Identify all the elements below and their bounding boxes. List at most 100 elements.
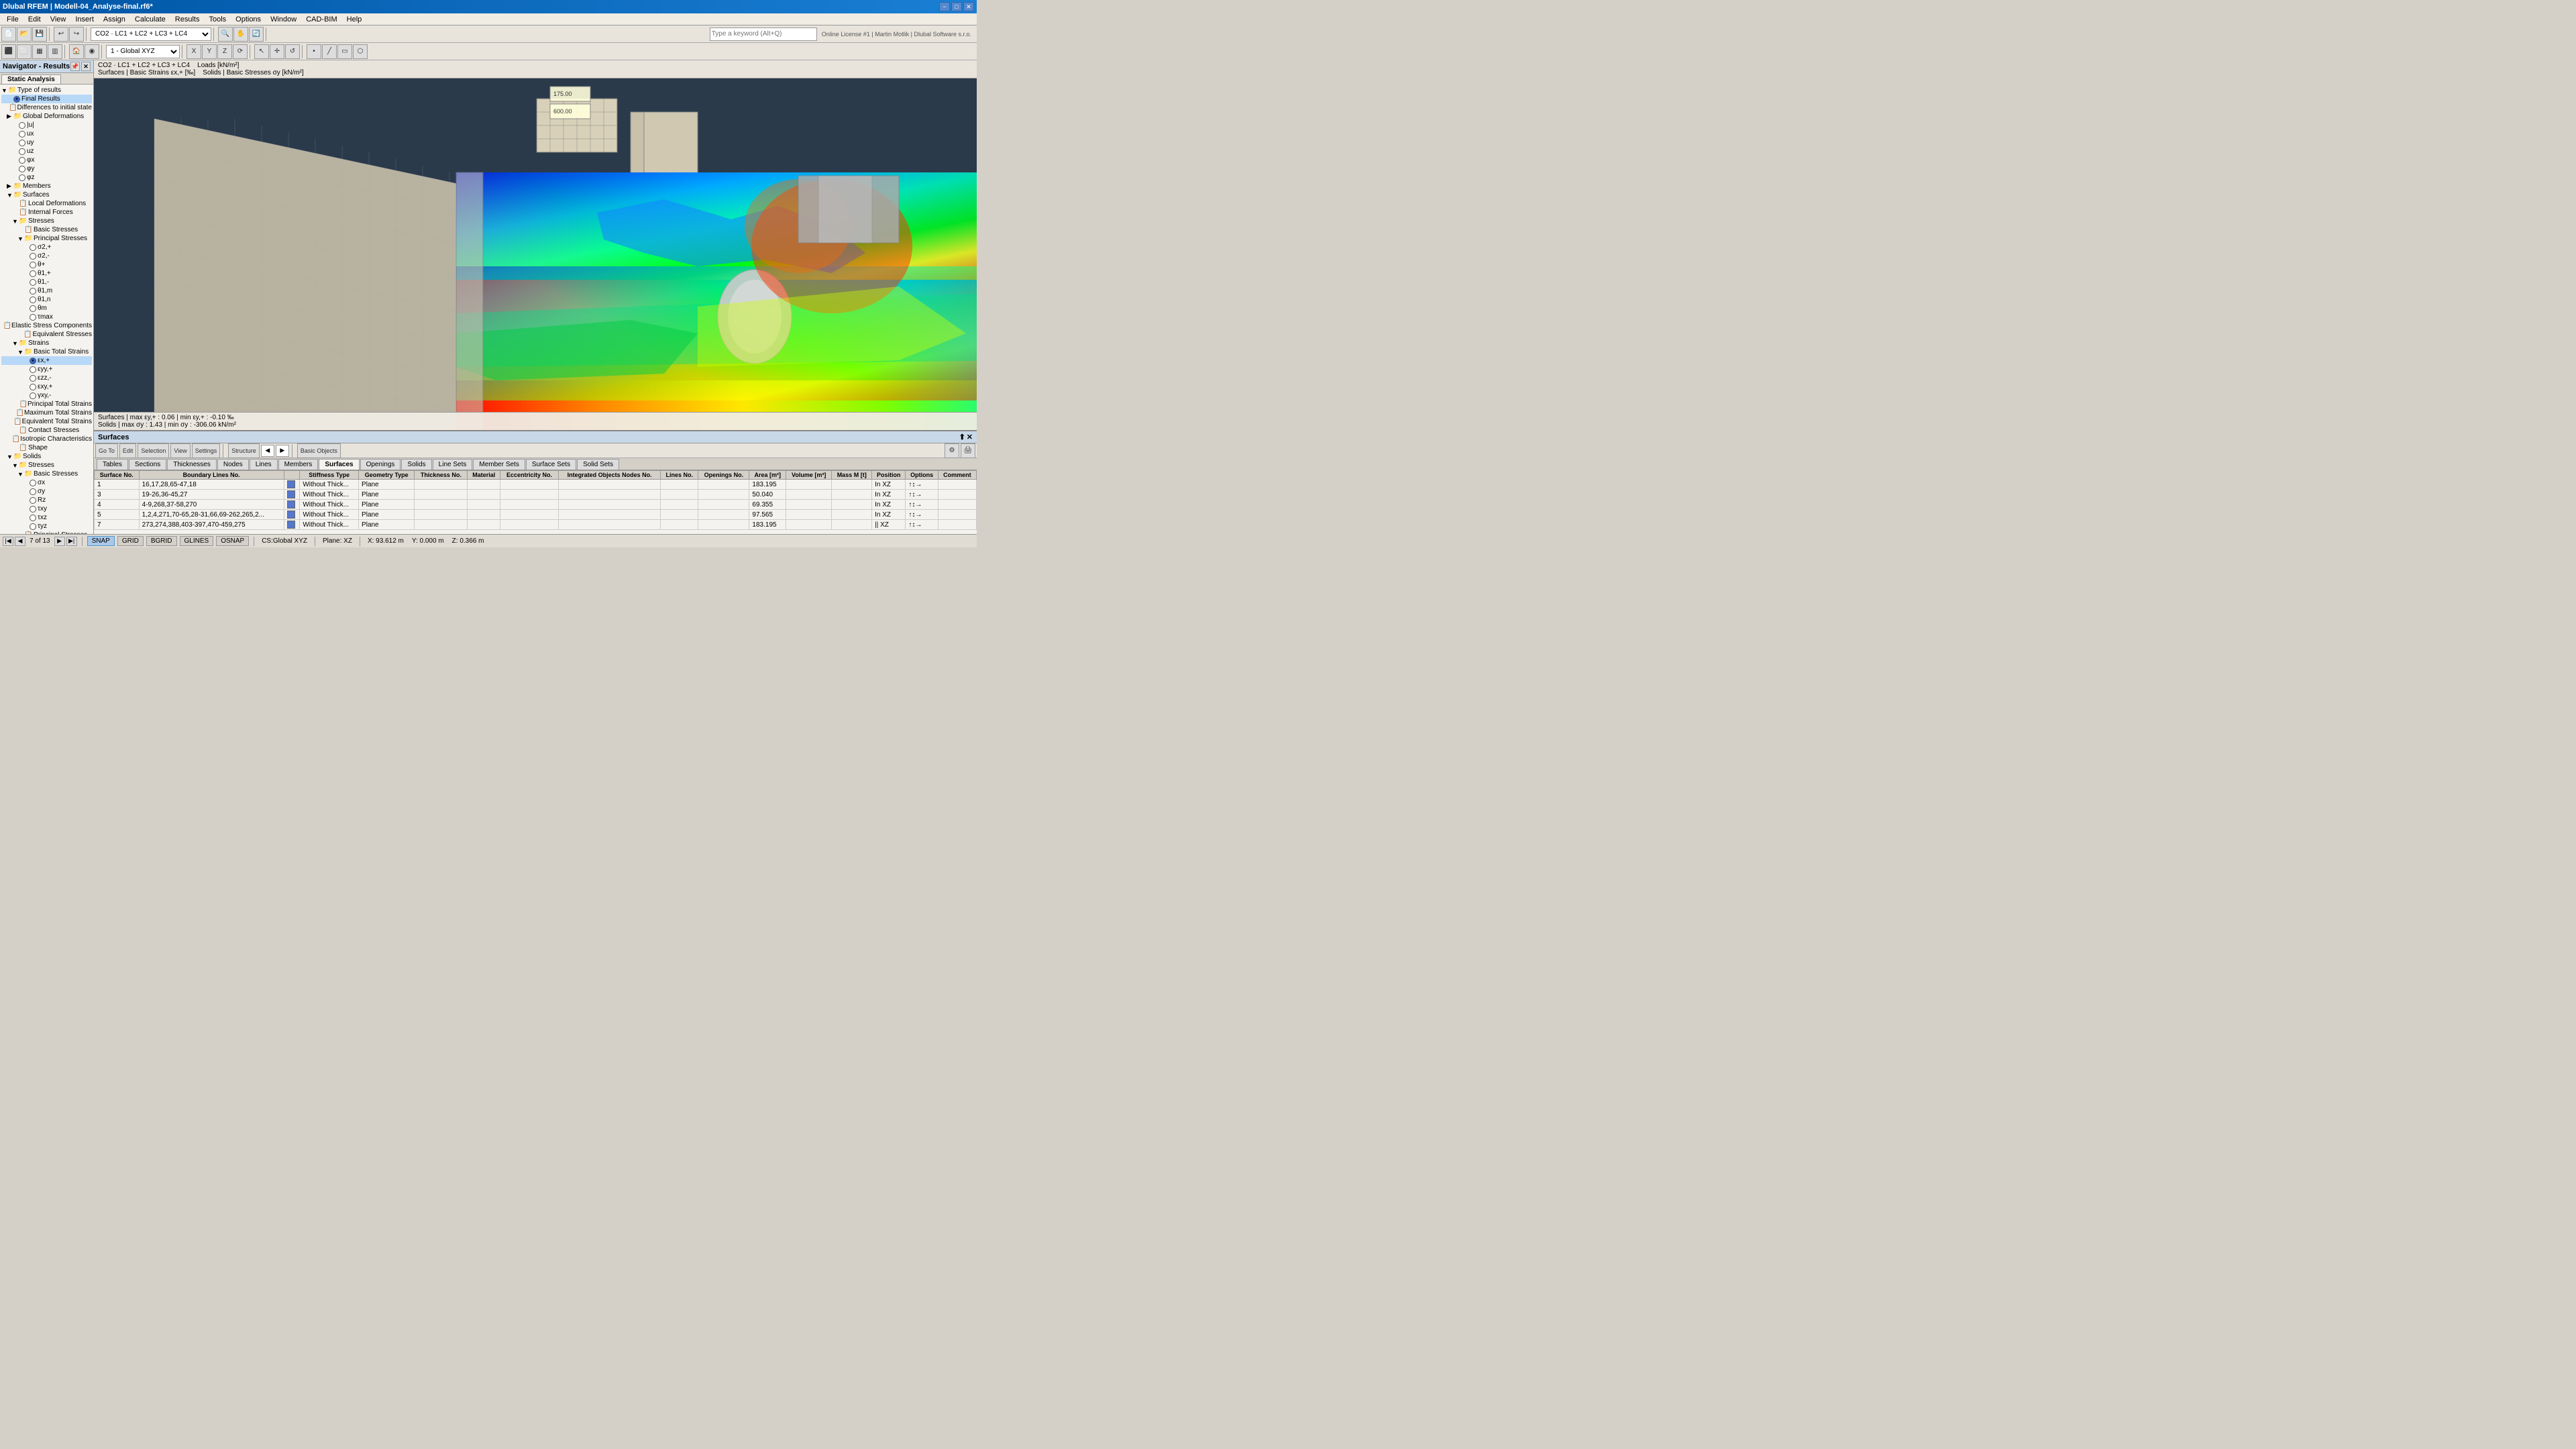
tree-item-uz[interactable]: uz <box>1 147 92 156</box>
bottom-panel-close[interactable]: ✕ <box>967 433 973 441</box>
load-combo[interactable]: CO2 · LC1 + LC2 + LC3 + LC4 <box>91 28 211 41</box>
page-last[interactable]: ▶| <box>66 537 77 546</box>
tree-toggle[interactable]: ▶ <box>7 182 13 190</box>
nav-tab-static[interactable]: Static Analysis <box>1 74 61 84</box>
tree-item-1m[interactable]: θ1,m <box>1 286 92 295</box>
tree-item-basictotalstrains[interactable]: ▼📁Basic Total Strains <box>1 347 92 356</box>
btab-lines[interactable]: Lines <box>250 459 278 470</box>
menu-insert[interactable]: Insert <box>71 15 98 24</box>
menu-edit[interactable]: Edit <box>24 15 45 24</box>
table-row[interactable]: 1 16,17,28,65-47,18 Without Thick... Pla… <box>95 480 977 490</box>
tree-toggle[interactable]: ▼ <box>7 192 13 199</box>
tree-radio[interactable] <box>19 148 25 155</box>
tree-radio[interactable] <box>30 279 36 286</box>
close-button[interactable]: ✕ <box>963 2 974 11</box>
tree-item-stresses[interactable]: ▼📁Stresses <box>1 217 92 225</box>
tree-radio[interactable] <box>30 253 36 260</box>
z-view-btn[interactable]: Z <box>217 44 232 59</box>
bottom-panel-expand[interactable]: ⬆ <box>959 433 965 441</box>
basic-objects-btn[interactable]: Basic Objects <box>297 443 341 458</box>
tree-item-x[interactable]: σx <box>1 478 92 487</box>
tree-radio[interactable] <box>30 375 36 382</box>
nav-close-btn[interactable]: ✕ <box>81 62 91 71</box>
tree-item-basicstresses[interactable]: 📋Basic Stresses <box>1 225 92 234</box>
settings-btn[interactable]: Settings <box>192 443 221 458</box>
x-view-btn[interactable]: X <box>186 44 201 59</box>
menu-file[interactable]: File <box>3 15 23 24</box>
undo-button[interactable]: ↩ <box>54 27 68 42</box>
btab-members[interactable]: Members <box>278 459 319 470</box>
menu-cad-bim[interactable]: CAD-BIM <box>302 15 341 24</box>
table-row[interactable]: 5 1,2,4,271,70-65,28-31,66,69-262,265,2.… <box>95 510 977 520</box>
tree-item-[interactable]: θ+ <box>1 260 92 269</box>
tree-item-y[interactable]: φy <box>1 164 92 173</box>
tree-radio[interactable] <box>30 288 36 294</box>
btab-tables[interactable]: Tables <box>97 459 128 470</box>
tree-toggle[interactable]: ▼ <box>12 218 19 225</box>
tree-radio[interactable] <box>30 305 36 312</box>
tree-item-basicstresses[interactable]: ▼📁Basic Stresses <box>1 470 92 478</box>
tree-toggle[interactable]: ▶ <box>7 113 13 120</box>
menu-window[interactable]: Window <box>266 15 301 24</box>
btab-solid-sets[interactable]: Solid Sets <box>577 459 619 470</box>
tree-item-internalforces[interactable]: 📋Internal Forces <box>1 208 92 217</box>
surface-btn[interactable]: ▭ <box>337 44 352 59</box>
menu-help[interactable]: Help <box>343 15 366 24</box>
canvas-area[interactable]: 0.06 0.05 0.03 0.02 0.00 -0.02 -0.04 -0.… <box>94 78 977 430</box>
tree-item-strains[interactable]: ▼📁Strains <box>1 339 92 347</box>
tree-toggle[interactable]: ▼ <box>17 349 24 356</box>
tree-radio[interactable] <box>30 297 36 303</box>
tree-radio[interactable] <box>30 488 36 495</box>
select-btn[interactable]: ↖ <box>254 44 269 59</box>
print-btn[interactable]: 🖨 <box>961 443 975 458</box>
menu-tools[interactable]: Tools <box>205 15 230 24</box>
tree-item-members[interactable]: ▶📁Members <box>1 182 92 191</box>
y-view-btn[interactable]: Y <box>202 44 217 59</box>
tree-item-typeofresults[interactable]: ▼📁Type of results <box>1 86 92 95</box>
btab-surface-sets[interactable]: Surface Sets <box>526 459 576 470</box>
tree-radio[interactable] <box>30 262 36 268</box>
snap-btn[interactable]: SNAP <box>87 536 115 546</box>
tree-toggle[interactable]: ▼ <box>1 87 8 94</box>
tree-radio[interactable] <box>30 384 36 390</box>
tree-item-elasticstresscomponents[interactable]: 📋Elastic Stress Components <box>1 321 92 330</box>
edit-btn[interactable]: Edit <box>119 443 137 458</box>
menu-assign[interactable]: Assign <box>99 15 129 24</box>
tree-item-1[interactable]: θ1,- <box>1 278 92 286</box>
btab-nodes[interactable]: Nodes <box>217 459 249 470</box>
new-button[interactable]: 📄 <box>1 27 16 42</box>
menu-calculate[interactable]: Calculate <box>131 15 170 24</box>
view-btn-4[interactable]: ▥ <box>48 44 62 59</box>
tree-item-yz[interactable]: τyz <box>1 522 92 531</box>
tree-item-yy[interactable]: εyy,+ <box>1 365 92 374</box>
filter-btn[interactable]: ⚙ <box>945 443 959 458</box>
view-btn-2[interactable]: ⬜ <box>17 44 32 59</box>
tree-item-u[interactable]: |u| <box>1 121 92 129</box>
tree-item-uy[interactable]: uy <box>1 138 92 147</box>
solid-btn[interactable]: ⬡ <box>353 44 368 59</box>
tree-item-xy[interactable]: τxy <box>1 504 92 513</box>
tree-item-rz[interactable]: Rz <box>1 496 92 504</box>
tree-item-differencestoinitialstate[interactable]: 📋Differences to initial state <box>1 103 92 112</box>
menu-options[interactable]: Options <box>231 15 265 24</box>
zoom-btn[interactable]: 🔍 <box>218 27 233 42</box>
tree-item-principalstresses[interactable]: ▼📁Principal Stresses <box>1 234 92 243</box>
tree-item-localdeformations[interactable]: 📋Local Deformations <box>1 199 92 208</box>
tree-radio[interactable] <box>30 366 36 373</box>
tree-radio[interactable] <box>19 122 25 129</box>
tree-radio[interactable] <box>30 314 36 321</box>
maximize-button[interactable]: □ <box>951 2 962 11</box>
tree-item-m[interactable]: θm <box>1 304 92 313</box>
iso-view-btn[interactable]: ⟳ <box>233 44 248 59</box>
tree-item-equivalenttotalstrains[interactable]: 📋Equivalent Total Strains <box>1 417 92 426</box>
page-prev[interactable]: ◀ <box>15 537 25 546</box>
rotate-btn[interactable]: 🔄 <box>249 27 264 42</box>
tree-item-1[interactable]: θ1,+ <box>1 269 92 278</box>
save-button[interactable]: 💾 <box>32 27 47 42</box>
glines-btn[interactable]: GLINES <box>180 536 214 546</box>
tree-radio[interactable] <box>30 523 36 530</box>
tree-item-isotropiccharacteristics[interactable]: 📋Isotropic Characteristics <box>1 435 92 443</box>
tree-item-1n[interactable]: θ1,n <box>1 295 92 304</box>
tree-radio[interactable] <box>30 515 36 521</box>
tree-radio[interactable] <box>19 140 25 146</box>
